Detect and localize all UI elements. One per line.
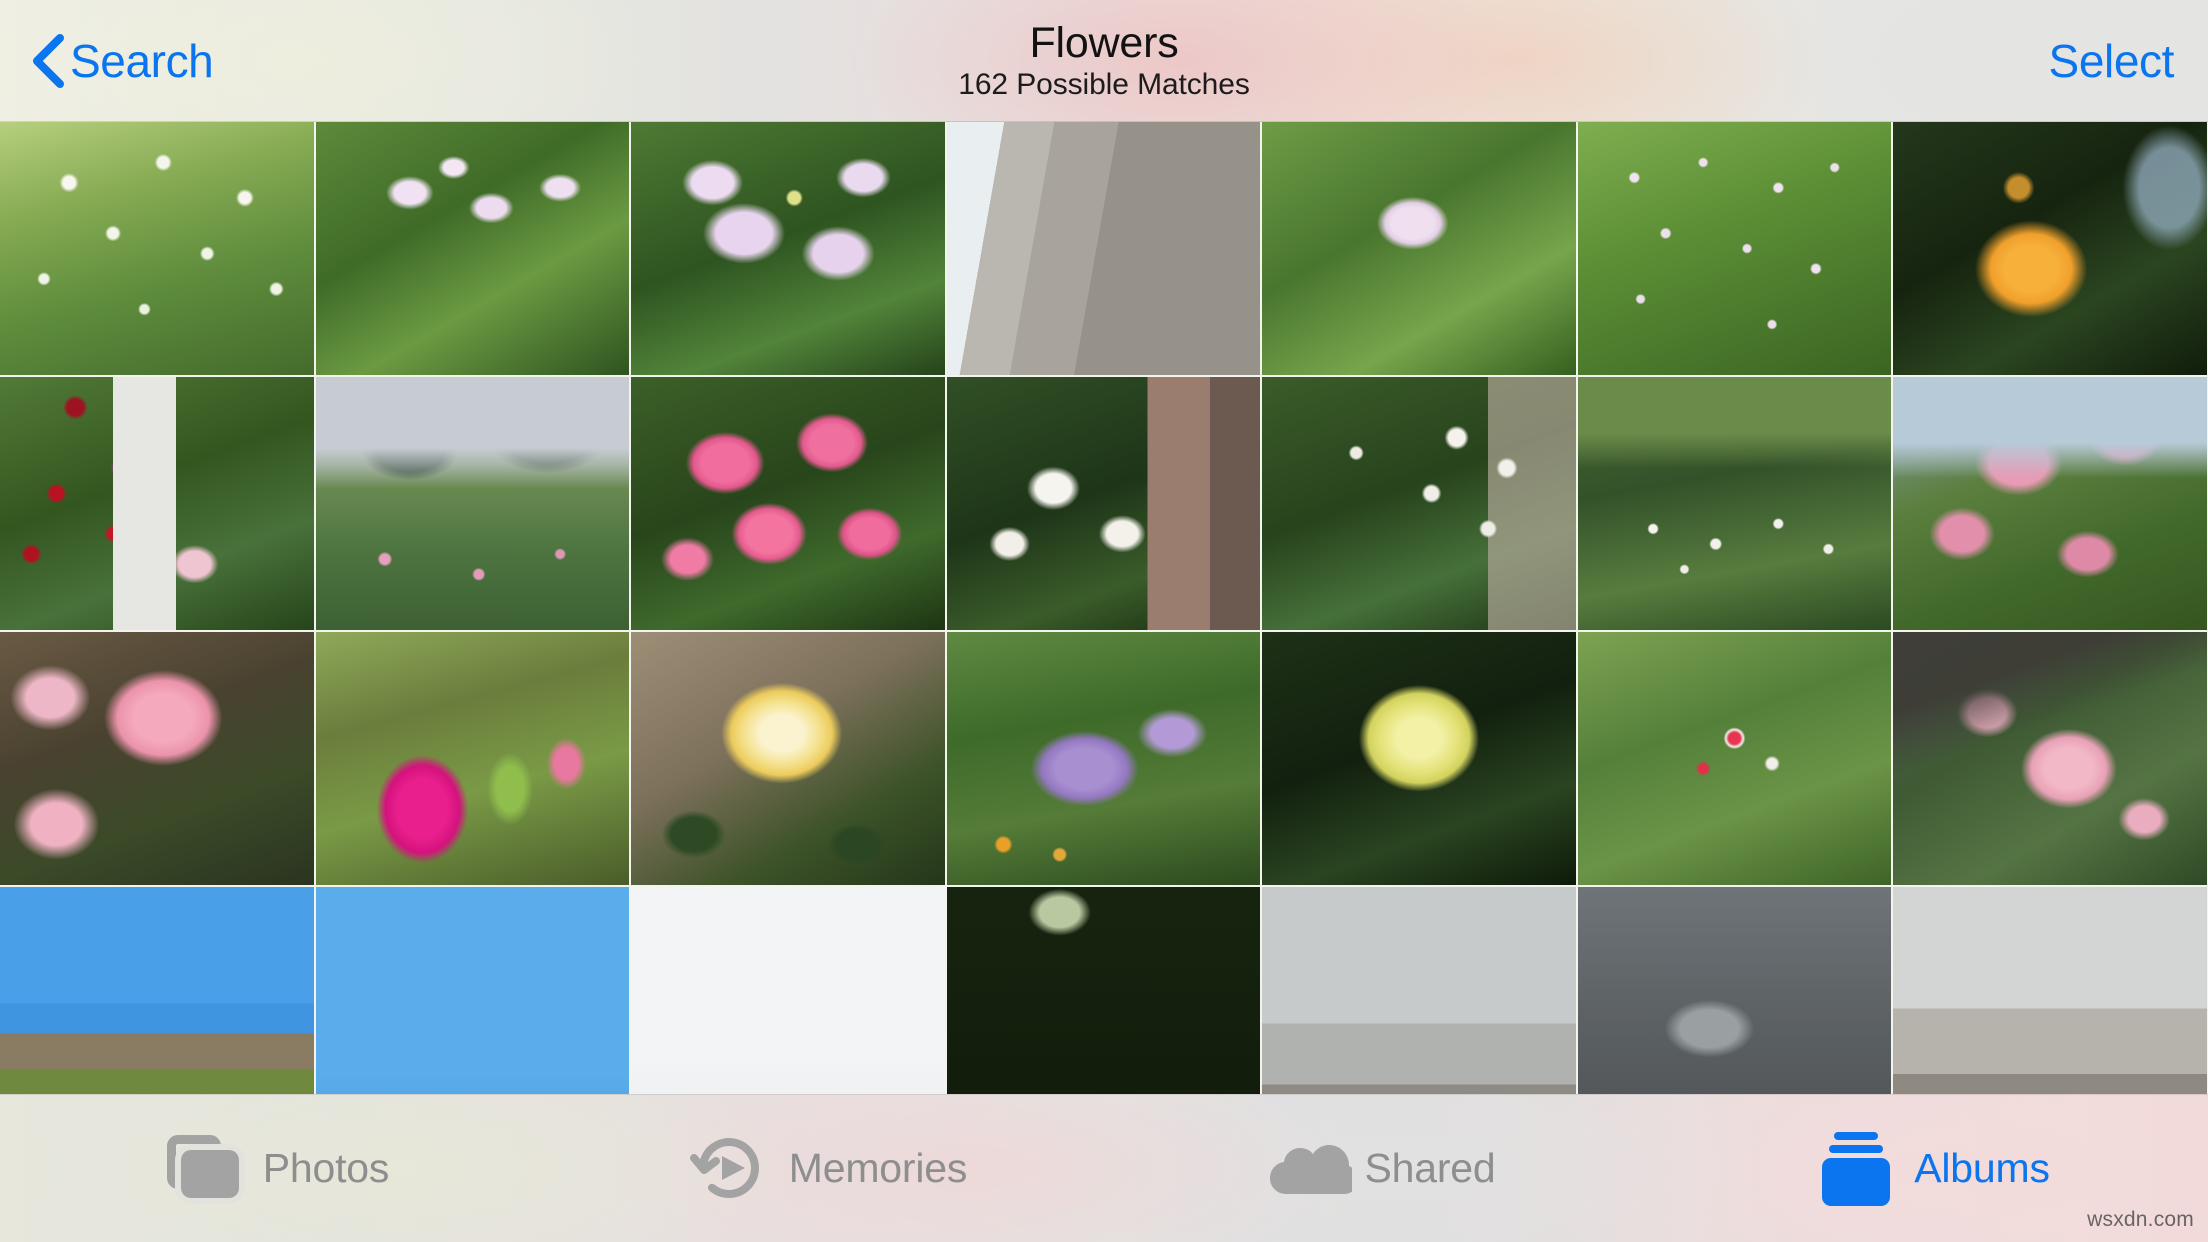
photo-thumbnail[interactable] [631, 632, 945, 885]
photo-thumbnail[interactable] [631, 122, 945, 375]
select-button[interactable]: Select [2048, 0, 2175, 122]
tab-bar: Photos Memories Shared Albums [0, 1094, 2208, 1242]
albums-icon [1814, 1128, 1894, 1208]
page-title: Flowers [1029, 19, 1179, 68]
photo-thumbnail[interactable] [315, 887, 629, 1094]
photo-grid[interactable] [0, 122, 2208, 1094]
navigation-bar: Search Flowers 162 Possible Matches Sele… [0, 0, 2208, 122]
select-button-label: Select [2048, 35, 2175, 87]
photo-thumbnail[interactable] [1893, 377, 2207, 630]
tab-albums[interactable]: Albums [1656, 1094, 2208, 1242]
photo-thumbnail[interactable] [0, 122, 314, 375]
tab-memories-label: Memories [788, 1144, 968, 1191]
photo-thumbnail[interactable] [946, 887, 1260, 1094]
photo-thumbnail[interactable] [1577, 887, 1891, 1094]
photo-thumbnail[interactable] [1893, 632, 2207, 885]
cloud-icon [1264, 1128, 1353, 1208]
photo-thumbnail[interactable] [631, 887, 945, 1094]
photo-thumbnail[interactable] [631, 377, 945, 630]
photo-thumbnail[interactable] [0, 377, 314, 630]
navigation-title-block: Flowers 162 Possible Matches [0, 0, 2208, 122]
photo-thumbnail[interactable] [1262, 377, 1576, 630]
chevron-left-icon [30, 34, 64, 88]
photo-thumbnail[interactable] [946, 632, 1260, 885]
photo-thumbnail[interactable] [0, 887, 314, 1094]
tab-photos-label: Photos [262, 1144, 390, 1191]
photo-thumbnail[interactable] [1262, 122, 1576, 375]
photos-icon [163, 1128, 243, 1208]
photo-thumbnail[interactable] [1577, 122, 1891, 375]
photo-thumbnail[interactable] [1577, 377, 1891, 630]
photo-thumbnail[interactable] [1893, 122, 2207, 375]
tab-shared-label: Shared [1364, 1144, 1496, 1191]
photo-thumbnail[interactable] [946, 377, 1260, 630]
tab-photos[interactable]: Photos [0, 1094, 552, 1242]
tab-memories[interactable]: Memories [552, 1094, 1104, 1242]
tab-albums-label: Albums [1914, 1144, 2050, 1191]
photo-thumbnail[interactable] [1262, 632, 1576, 885]
photo-thumbnail[interactable] [1577, 632, 1891, 885]
photo-thumbnail[interactable] [1262, 887, 1576, 1094]
photo-thumbnail[interactable] [315, 632, 629, 885]
photo-thumbnail[interactable] [315, 122, 629, 375]
photo-thumbnail[interactable] [315, 377, 629, 630]
photo-thumbnail[interactable] [946, 122, 1260, 375]
back-button-label: Search [70, 35, 214, 87]
back-button[interactable]: Search [30, 0, 225, 122]
memories-icon [689, 1128, 769, 1208]
page-subtitle: 162 Possible Matches [958, 68, 1250, 102]
photo-thumbnail[interactable] [1893, 887, 2207, 1094]
tab-shared[interactable]: Shared [1104, 1094, 1656, 1242]
photo-thumbnail[interactable] [0, 632, 314, 885]
